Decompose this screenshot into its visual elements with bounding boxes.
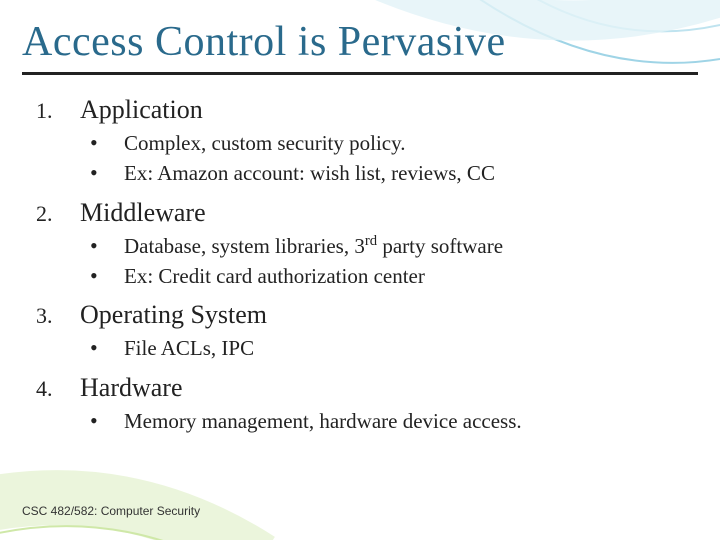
sub-text: Ex: Credit card authorization center <box>124 262 425 290</box>
footer-text: CSC 482/582: Computer Security <box>22 504 200 518</box>
sub-text: Database, system libraries, 3rd party so… <box>124 232 503 260</box>
item-number: 4. <box>30 376 80 402</box>
sub-item: • Complex, custom security policy. <box>90 129 690 157</box>
sub-text: File ACLs, IPC <box>124 334 254 362</box>
bullet-icon: • <box>90 265 124 287</box>
content-area: 1. Application • Complex, custom securit… <box>30 95 690 445</box>
sub-item: • Memory management, hardware device acc… <box>90 407 690 435</box>
list-item: 1. Application • Complex, custom securit… <box>30 95 690 188</box>
sub-item: • File ACLs, IPC <box>90 334 690 362</box>
sub-item: • Ex: Credit card authorization center <box>90 262 690 290</box>
sub-item: • Ex: Amazon account: wish list, reviews… <box>90 159 690 187</box>
list-item: 3. Operating System • File ACLs, IPC <box>30 300 690 362</box>
slide-title: Access Control is Pervasive <box>22 18 698 75</box>
item-heading: Middleware <box>80 198 206 228</box>
bullet-icon: • <box>90 162 124 184</box>
item-number: 3. <box>30 303 80 329</box>
item-heading: Application <box>80 95 203 125</box>
item-heading: Operating System <box>80 300 267 330</box>
list-item: 4. Hardware • Memory management, hardwar… <box>30 373 690 435</box>
item-number: 1. <box>30 98 80 124</box>
bullet-icon: • <box>90 132 124 154</box>
slide: { "title": "Access Control is Pervasive"… <box>0 0 720 540</box>
bullet-icon: • <box>90 235 124 257</box>
sub-item: • Database, system libraries, 3rd party … <box>90 232 690 260</box>
sub-text: Memory management, hardware device acces… <box>124 407 522 435</box>
list-item: 2. Middleware • Database, system librari… <box>30 198 690 291</box>
sub-text: Complex, custom security policy. <box>124 129 406 157</box>
bullet-icon: • <box>90 337 124 359</box>
item-heading: Hardware <box>80 373 183 403</box>
sub-text: Ex: Amazon account: wish list, reviews, … <box>124 159 495 187</box>
item-number: 2. <box>30 201 80 227</box>
bullet-icon: • <box>90 410 124 432</box>
